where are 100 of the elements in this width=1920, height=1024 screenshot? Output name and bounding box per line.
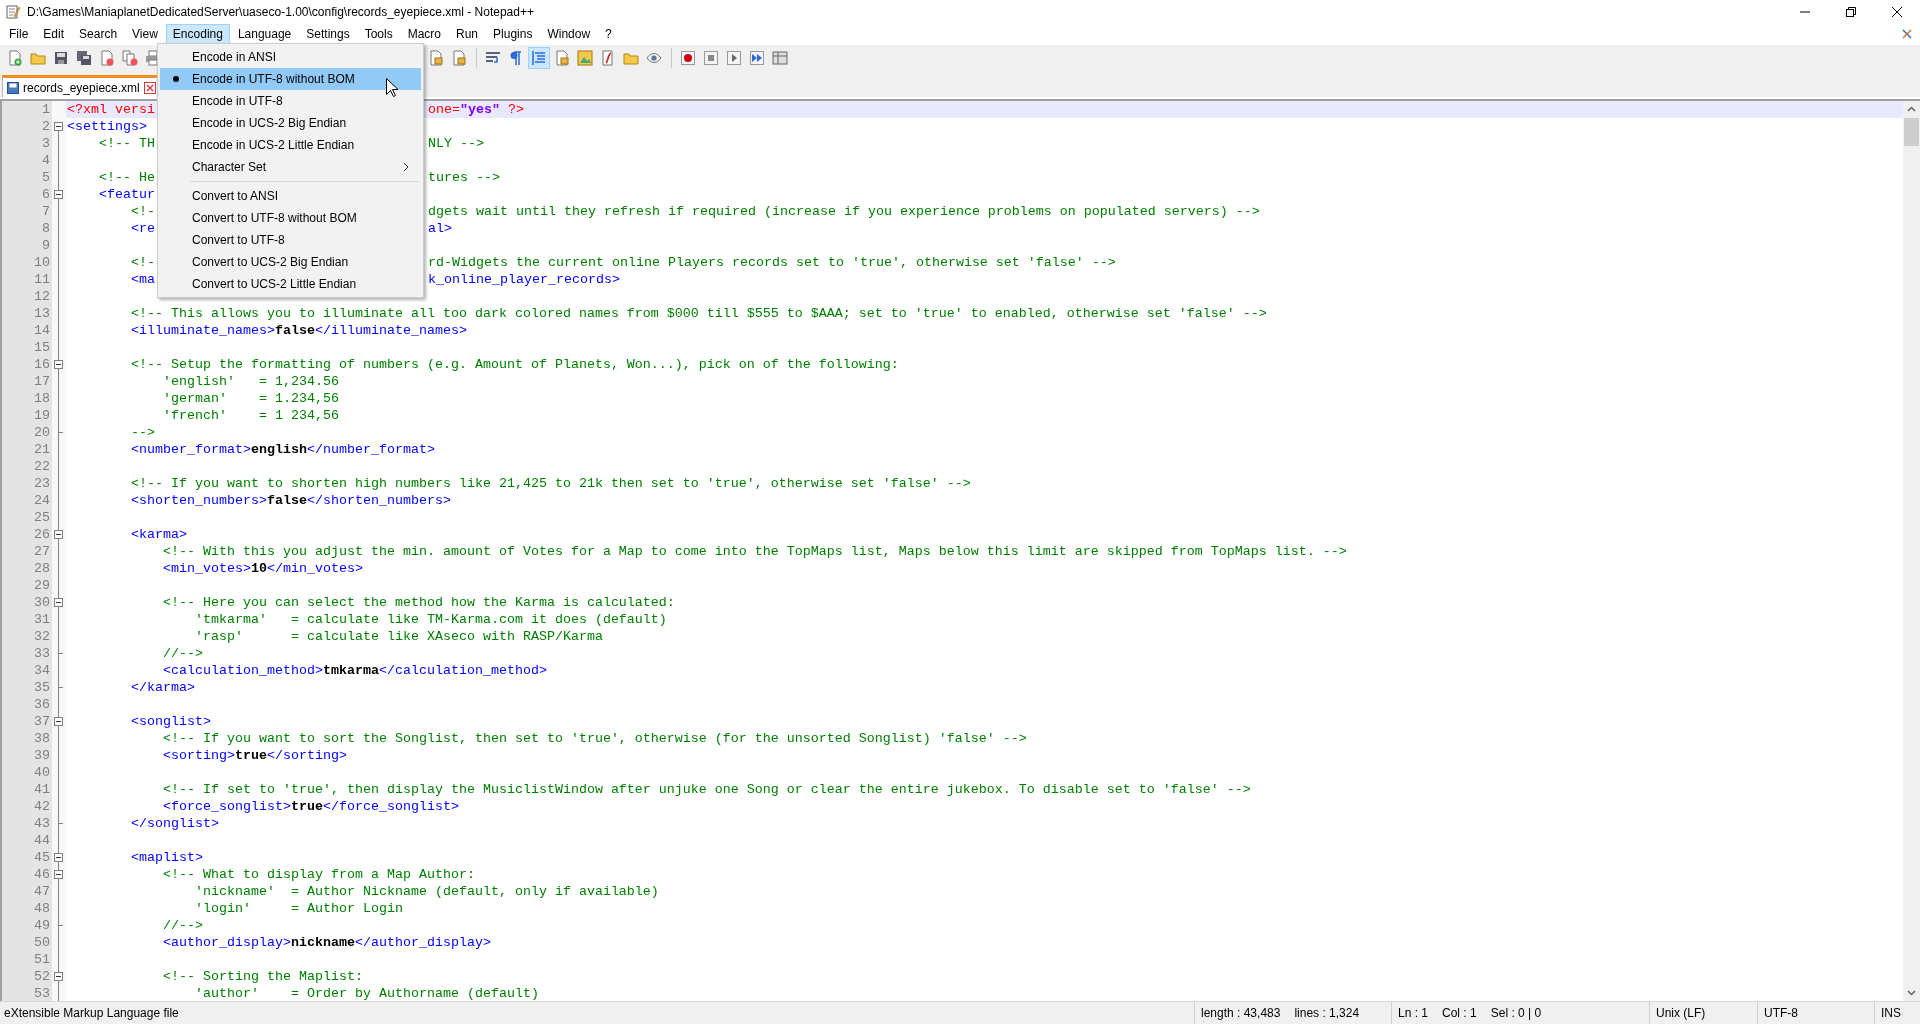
code-text: <maplist> [130,850,203,865]
line-number: 43 [2,815,52,832]
file-type-label: eXtensible Markup Language file [3,1005,180,1022]
line-number: 27 [2,543,52,560]
code-text: tures --> [428,169,500,186]
code-text: <!- [130,204,155,219]
code-text: <re [130,221,155,236]
line-number: 22 [2,458,52,475]
code-text: 'french' = 1 234,56 [161,408,339,423]
line-number: 46 [2,866,52,883]
code-text: 'english' = 1,234.56 [161,374,339,389]
line-number: 1 [2,101,52,118]
code-text: <illuminate_names>false</illuminate_names> [130,323,467,338]
code-text: NLY --> [428,135,484,152]
menu-bar-item[interactable]: Window [540,24,598,44]
line-number: 53 [2,985,52,1001]
menu-bar-item[interactable]: Macro [400,24,448,44]
length-label: length : 43,483 [1201,1006,1281,1020]
code-text: <sorting>true</sorting> [161,748,347,763]
line-number: 11 [2,271,52,288]
menu-item[interactable]: Encode in UCS-2 Big Endian [160,112,421,134]
code-text: 'german' = 1.234,56 [161,391,339,406]
code-text: <?xml versi [67,102,155,117]
code-text: <!-- With this you adjust the min. amount of Votes for a Map to come into the TopMaps list, Maps below this limit are skipped from TopMaps list. --> [161,544,1347,559]
code-text: <!-- Setup the formatting of numbers (e.g. Amount of Planets, Won...), pick on of the following: [130,357,899,372]
code-text: <min_votes>10</min_votes> [161,561,363,576]
menu-bar-item[interactable]: ? [598,24,619,44]
menu-bar-item[interactable]: File [2,24,36,44]
menu-item[interactable]: Convert to UCS-2 Little Endian [160,273,421,295]
code-text: <!-- If you want to shorten high numbers like 21,425 to 21k then set to 'true', otherwise set 'false' --> [130,476,971,491]
line-number: 49 [2,917,52,934]
line-number: 51 [2,951,52,968]
code-text: </songlist> [130,816,219,831]
menu-item[interactable]: Character Set [160,156,421,178]
line-number: 14 [2,322,52,339]
code-text: <number_format>english</number_format> [130,442,435,457]
line-number: 10 [2,254,52,271]
line-number: 39 [2,747,52,764]
line-number: 8 [2,220,52,237]
line-number: 52 [2,968,52,985]
menu-item[interactable]: Encode in UCS-2 Little Endian [160,134,421,156]
line-number: 21 [2,441,52,458]
lines-label: lines : 1,324 [1294,1006,1360,1020]
line-number: 7 [2,203,52,220]
line-ending-label: Unix (LF) [1649,1002,1757,1024]
menu-item[interactable]: Convert to ANSI [160,185,421,207]
menu-bar-item[interactable]: Encoding [165,24,230,44]
code-text: one="yes" ?> [428,101,524,118]
code-text: <!-- If you want to sort the Songlist, then set to 'true', otherwise (for the unsorted Songlist) 'false' --> [161,731,1027,746]
insert-mode-label: INS [1874,1002,1920,1024]
line-label: Ln : 1 [1398,1006,1429,1020]
menu-bar-item[interactable]: Edit [36,24,72,44]
menu-item[interactable]: Encode in ANSI [160,46,421,68]
line-number: 26 [2,526,52,543]
column-label: Col : 1 [1442,1006,1477,1020]
menu-item[interactable]: Convert to UTF-8 without BOM [160,207,421,229]
encoding-label: UTF-8 [1757,1002,1874,1024]
menu-bar-item[interactable]: Run [449,24,486,44]
code-text: --> [130,425,155,440]
line-number: 42 [2,798,52,815]
line-number: 9 [2,237,52,254]
code-text: <!-- TH [98,136,155,151]
code-text: al> [428,220,452,237]
line-number: 37 [2,713,52,730]
line-number: 13 [2,305,52,322]
menu-bar-item[interactable]: Language [230,24,299,44]
line-number: 24 [2,492,52,509]
line-number: 35 [2,679,52,696]
code-text: 'login' = Author Login [193,901,403,916]
code-text: //--> [161,918,203,933]
line-number: 25 [2,509,52,526]
menu-item[interactable]: Convert to UTF-8 [160,229,421,251]
menu-item[interactable]: Encode in UTF-8 [160,90,421,112]
menu-bar-item[interactable]: Tools [357,24,400,44]
code-text: <!-- What to display from a Map Author: [161,867,475,882]
code-text: <ma [130,272,155,287]
code-text: 'author' = Order by Authorname (default) [193,986,539,1001]
menu-bar-item[interactable]: View [125,24,165,44]
code-text: <!-- If set to 'true', then display the MusiclistWindow after unjuke one Song or clear the entire jukebox. To disable set to 'false' --> [161,782,1251,797]
code-text: 'tmkarma' = calculate like TM-Karma.com it does (default) [193,612,667,627]
window-title: D:\Games\ManiaplanetDedicatedServer\uaseco-1.00\config\records_eyepiece.xml - Notepad++ [27,5,534,19]
menu-bar-item[interactable]: Settings [299,24,357,44]
menu-bar-item[interactable]: Plugins [486,24,540,44]
code-text: <!-- He [98,170,155,185]
line-number: 3 [2,135,52,152]
line-number: 17 [2,373,52,390]
code-text: rd-Widgets the current online Players records set to 'true', otherwise set 'false' --> [428,254,1116,271]
line-number: 40 [2,764,52,781]
line-number: 5 [2,169,52,186]
line-number: 16 [2,356,52,373]
line-number: 38 [2,730,52,747]
menu-item[interactable]: Convert to UCS-2 Big Endian [160,251,421,273]
selection-label: Sel : 0 | 0 [1490,1006,1542,1020]
code-text: <force_songlist>true</force_songlist> [161,799,459,814]
menu-bar-item[interactable]: Search [72,24,125,44]
menu-item[interactable]: Encode in UTF-8 without BOM [160,68,421,90]
code-text: dgets wait until they refresh if required (increase if you experience problems on populated servers) --> [428,203,1260,220]
code-text: <!-- This allows you to illuminate all too dark colored names from $000 till $555 to $AAA; set to 'true' to enabled, otherwise set 'false' --> [130,306,1267,321]
line-number: 31 [2,611,52,628]
code-text: 'rasp' = calculate like XAseco with RASP/Karma [193,629,603,644]
